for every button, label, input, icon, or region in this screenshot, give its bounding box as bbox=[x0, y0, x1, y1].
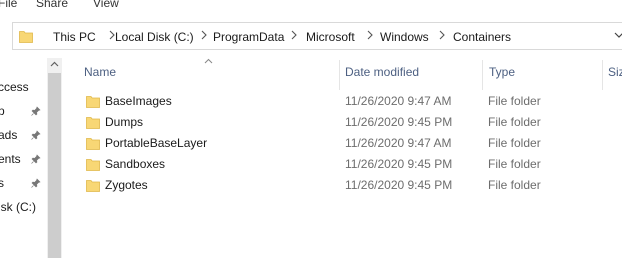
file-row[interactable]: BaseImages 11/26/2020 9:47 AM File folde… bbox=[82, 91, 622, 112]
address-bar[interactable]: This PC Local Disk (C:) ProgramData Micr… bbox=[12, 22, 622, 50]
file-date: 11/26/2020 9:45 PM bbox=[345, 157, 453, 171]
breadcrumb-this-pc[interactable]: This PC bbox=[53, 30, 96, 44]
file-date: 11/26/2020 9:45 PM bbox=[345, 115, 453, 129]
nav-item-desktop[interactable]: p bbox=[0, 104, 5, 118]
file-row[interactable]: PortableBaseLayer 11/26/2020 9:47 AM Fil… bbox=[82, 133, 622, 154]
file-name: Sandboxes bbox=[105, 157, 166, 171]
nav-item-quick-access[interactable]: ccess bbox=[0, 80, 29, 94]
scrollbar-thumb[interactable] bbox=[48, 73, 61, 258]
folder-icon bbox=[86, 159, 100, 171]
pin-icon bbox=[31, 130, 41, 140]
chevron-right-icon[interactable] bbox=[437, 29, 447, 41]
file-row[interactable]: Sandboxes 11/26/2020 9:45 PM File folder bbox=[82, 154, 622, 175]
folder-icon bbox=[86, 180, 100, 192]
column-header-date-modified[interactable]: Date modified bbox=[345, 65, 419, 79]
nav-scrollbar[interactable] bbox=[47, 58, 62, 258]
file-type: File folder bbox=[488, 157, 541, 171]
file-type: File folder bbox=[488, 115, 541, 129]
nav-item-documents[interactable]: ents bbox=[0, 152, 21, 166]
breadcrumb-windows[interactable]: Windows bbox=[380, 30, 429, 44]
file-date: 11/26/2020 9:47 AM bbox=[345, 94, 452, 108]
scroll-up-icon[interactable] bbox=[50, 61, 59, 67]
file-name: BaseImages bbox=[105, 94, 172, 108]
folder-icon bbox=[19, 31, 33, 43]
nav-item-downloads[interactable]: ads bbox=[0, 128, 17, 142]
file-name: Dumps bbox=[105, 115, 144, 129]
file-name: Zygotes bbox=[105, 178, 148, 192]
ribbon-tabs: File Share View bbox=[0, 0, 622, 12]
file-row[interactable]: Zygotes 11/26/2020 9:45 PM File folder bbox=[82, 175, 622, 196]
nav-item-local-disk[interactable]: isk (C:) bbox=[0, 200, 36, 214]
breadcrumb-programdata[interactable]: ProgramData bbox=[213, 30, 284, 44]
pin-icon bbox=[31, 106, 41, 116]
column-header-type[interactable]: Type bbox=[489, 65, 515, 79]
tab-file[interactable]: File bbox=[0, 0, 17, 11]
file-list: Name Date modified Type Siz BaseImages 1… bbox=[62, 58, 622, 258]
sort-up-icon bbox=[204, 58, 213, 64]
breadcrumb-local-disk[interactable]: Local Disk (C:) bbox=[115, 30, 194, 44]
file-row[interactable]: Dumps 11/26/2020 9:45 PM File folder bbox=[82, 112, 622, 133]
chevron-down-icon[interactable] bbox=[613, 29, 622, 41]
tab-share[interactable]: Share bbox=[36, 0, 68, 11]
file-type: File folder bbox=[488, 178, 541, 192]
file-type: File folder bbox=[488, 94, 541, 108]
file-name: PortableBaseLayer bbox=[105, 136, 208, 150]
pin-icon bbox=[31, 154, 41, 164]
nav-item-pictures[interactable]: s bbox=[0, 176, 4, 190]
file-date: 11/26/2020 9:47 AM bbox=[345, 136, 452, 150]
column-divider[interactable] bbox=[482, 60, 483, 90]
tab-view[interactable]: View bbox=[93, 0, 119, 11]
chevron-right-icon[interactable] bbox=[199, 29, 209, 41]
chevron-right-icon[interactable] bbox=[365, 29, 375, 41]
file-type: File folder bbox=[488, 136, 541, 150]
column-header-name[interactable]: Name bbox=[84, 65, 116, 79]
breadcrumb-microsoft[interactable]: Microsoft bbox=[306, 30, 355, 44]
breadcrumb-containers[interactable]: Containers bbox=[453, 30, 511, 44]
folder-icon bbox=[86, 117, 100, 129]
column-header-size[interactable]: Siz bbox=[608, 65, 622, 79]
column-divider[interactable] bbox=[602, 60, 603, 90]
folder-icon bbox=[86, 96, 100, 108]
file-date: 11/26/2020 9:45 PM bbox=[345, 178, 453, 192]
column-divider[interactable] bbox=[339, 60, 340, 90]
pin-icon bbox=[31, 178, 41, 188]
folder-icon bbox=[86, 138, 100, 150]
chevron-right-icon[interactable] bbox=[289, 29, 299, 41]
